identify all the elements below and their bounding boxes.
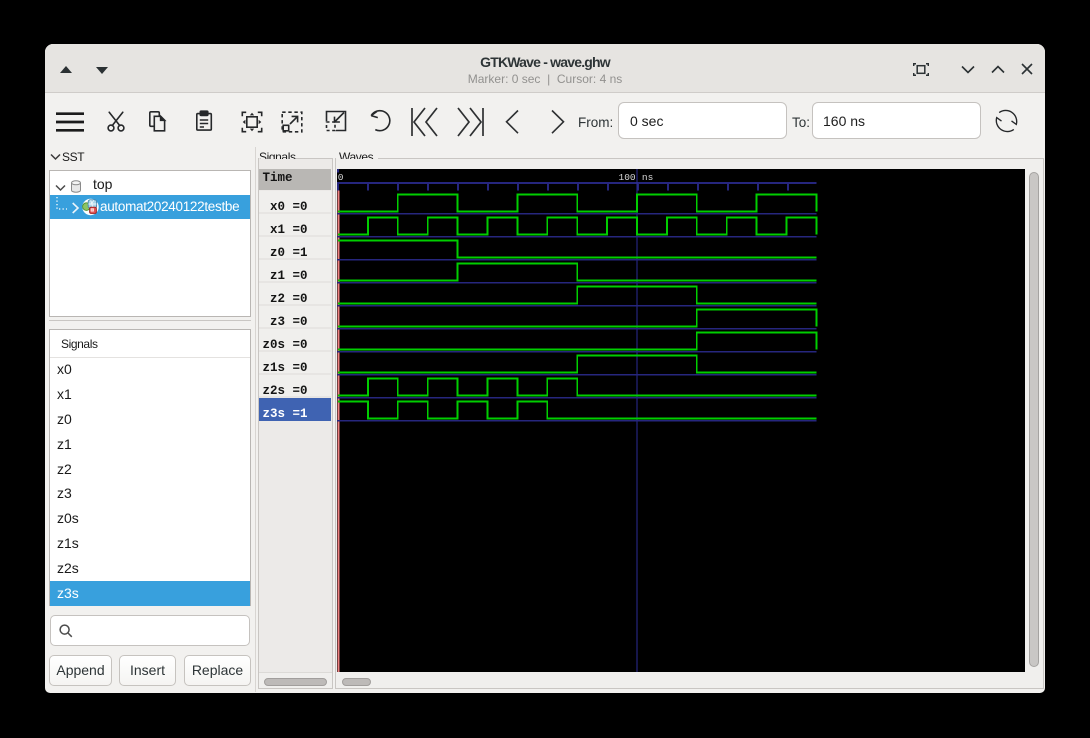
svg-text:100: 100 [619, 172, 636, 183]
svg-text:0: 0 [338, 172, 344, 183]
svg-text:ns: ns [642, 172, 653, 183]
